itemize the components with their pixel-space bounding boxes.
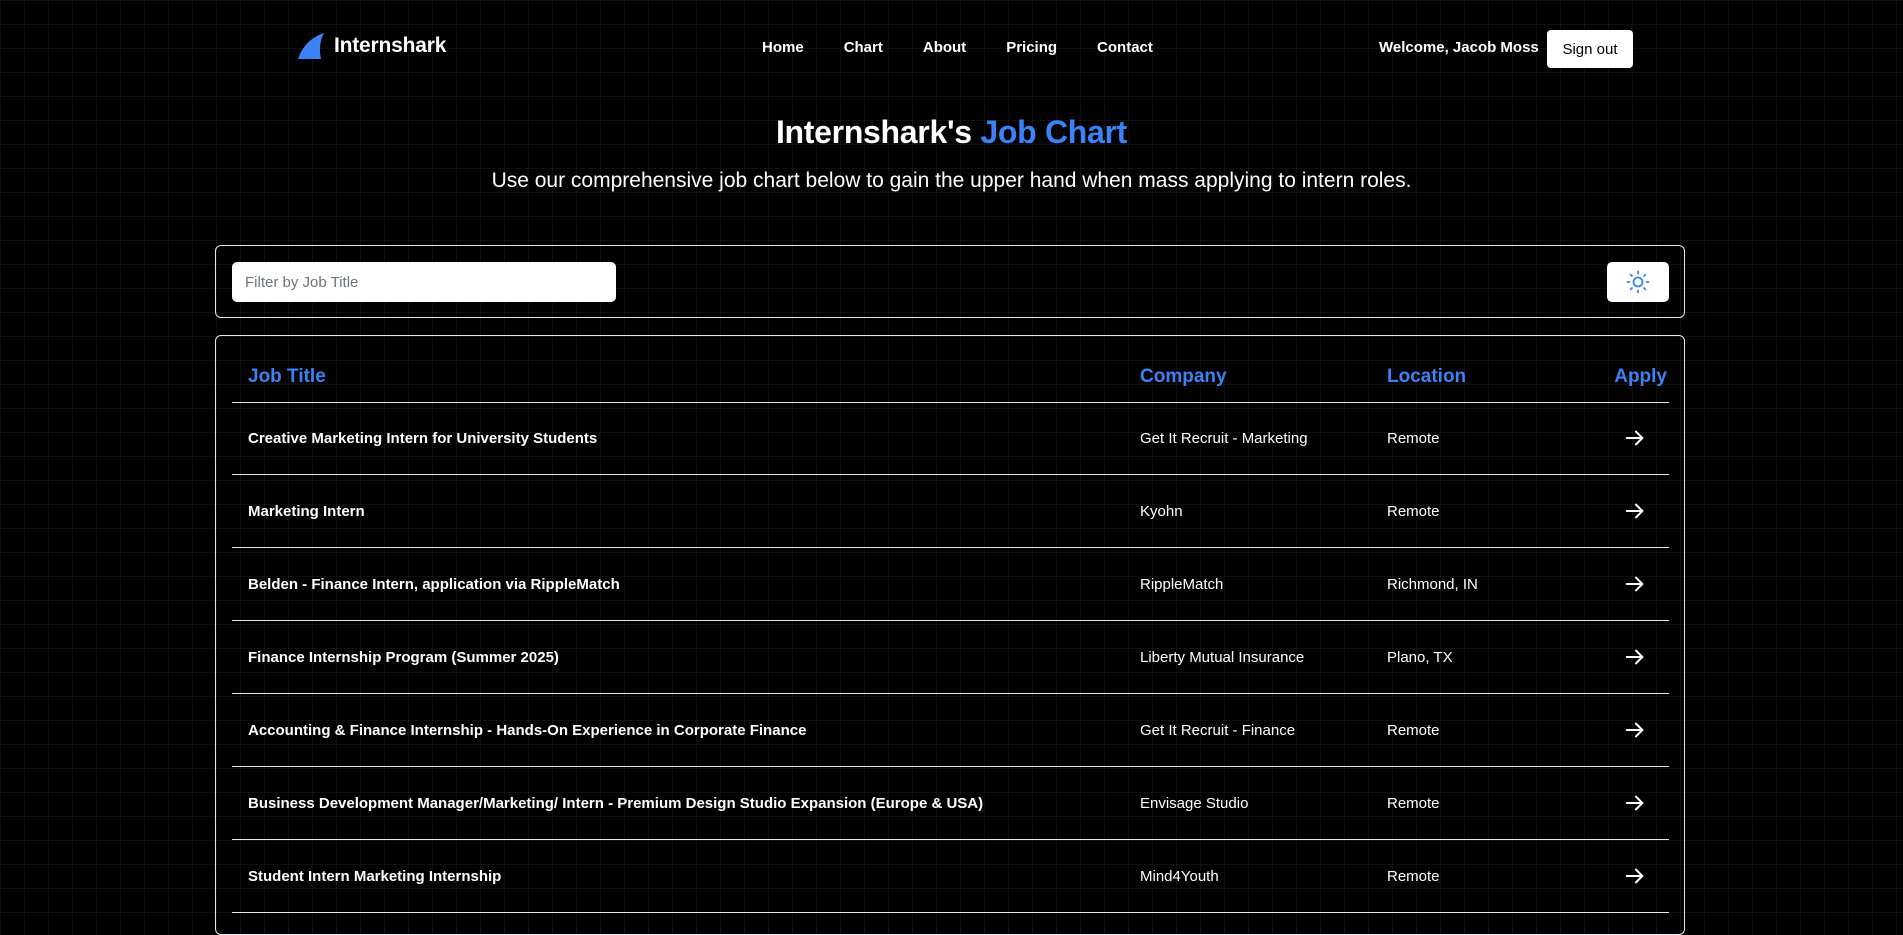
table-row: Business Development Manager/Marketing/ … — [232, 767, 1669, 840]
arrow-right-icon[interactable] — [1624, 427, 1646, 449]
nav-link-chart[interactable]: Chart — [844, 39, 883, 56]
brand-name: Internshark — [334, 34, 447, 57]
table-body: Creative Marketing Intern for University… — [232, 402, 1669, 913]
page-title: Internshark's Job Chart — [0, 114, 1903, 151]
welcome-message: Welcome, Jacob Moss — [1379, 39, 1539, 56]
nav-link-home[interactable]: Home — [762, 39, 804, 56]
company-cell: Envisage Studio — [1140, 795, 1249, 812]
table-row: Belden - Finance Intern, application via… — [232, 548, 1669, 621]
job-title-cell: Student Intern Marketing Internship — [248, 868, 502, 885]
theme-toggle-button[interactable] — [1607, 262, 1669, 302]
job-title-cell: Finance Internship Program (Summer 2025) — [248, 649, 559, 666]
arrow-right-icon[interactable] — [1624, 500, 1646, 522]
company-cell: Liberty Mutual Insurance — [1140, 649, 1305, 666]
location-cell: Remote — [1387, 503, 1440, 520]
sun-icon — [1626, 270, 1650, 294]
table-row: Finance Internship Program (Summer 2025)… — [232, 621, 1669, 694]
job-table: Job Title Company Location Apply Creativ… — [215, 335, 1685, 935]
nav-link-contact[interactable]: Contact — [1097, 39, 1153, 56]
arrow-right-icon[interactable] — [1624, 792, 1646, 814]
top-navbar: Internshark Home Chart About Pricing Con… — [0, 0, 1903, 98]
arrow-right-icon[interactable] — [1624, 865, 1646, 887]
brand[interactable]: Internshark — [296, 30, 446, 62]
arrow-right-icon[interactable] — [1624, 646, 1646, 668]
location-cell: Richmond, IN — [1387, 576, 1478, 593]
company-cell: RippleMatch — [1140, 576, 1224, 593]
nav-link-pricing[interactable]: Pricing — [1006, 39, 1057, 56]
arrow-right-icon[interactable] — [1624, 719, 1646, 741]
job-title-cell: Accounting & Finance Internship - Hands-… — [248, 722, 807, 739]
page-subtitle: Use our comprehensive job chart below to… — [491, 169, 1412, 192]
job-title-cell: Belden - Finance Intern, application via… — [248, 576, 620, 593]
location-cell: Remote — [1387, 430, 1440, 447]
job-title-cell: Business Development Manager/Marketing/ … — [248, 795, 984, 812]
company-cell: Kyohn — [1140, 503, 1183, 520]
table-header: Job Title Company Location Apply — [232, 336, 1669, 403]
sign-out-button[interactable]: Sign out — [1547, 30, 1633, 68]
column-header-apply: Apply — [1614, 366, 1667, 387]
nav-link-about[interactable]: About — [923, 39, 966, 56]
job-title-cell: Creative Marketing Intern for University… — [248, 430, 598, 447]
page-title-prefix: Internshark's — [775, 114, 981, 150]
nav-links: Home Chart About Pricing Contact — [762, 39, 1153, 56]
company-cell: Get It Recruit - Marketing — [1140, 430, 1308, 447]
table-row: Accounting & Finance Internship - Hands-… — [232, 694, 1669, 767]
location-cell: Remote — [1387, 722, 1440, 739]
filter-bar — [215, 245, 1685, 318]
company-cell: Get It Recruit - Finance — [1140, 722, 1296, 739]
table-row: Creative Marketing Intern for University… — [232, 402, 1669, 475]
arrow-right-icon[interactable] — [1624, 573, 1646, 595]
location-cell: Remote — [1387, 795, 1440, 812]
location-cell: Plano, TX — [1387, 649, 1453, 666]
column-header-job-title: Job Title — [248, 366, 326, 387]
company-cell: Mind4Youth — [1140, 868, 1219, 885]
table-row: Marketing Intern Kyohn Remote — [232, 475, 1669, 548]
table-row: Student Intern Marketing Internship Mind… — [232, 840, 1669, 913]
shark-fin-icon — [298, 33, 324, 59]
location-cell: Remote — [1387, 868, 1440, 885]
job-title-cell: Marketing Intern — [248, 503, 365, 520]
job-title-filter-input[interactable] — [232, 262, 616, 302]
page-title-accent: Job Chart — [980, 114, 1128, 150]
column-header-company: Company — [1140, 366, 1227, 387]
column-header-location: Location — [1387, 366, 1467, 387]
